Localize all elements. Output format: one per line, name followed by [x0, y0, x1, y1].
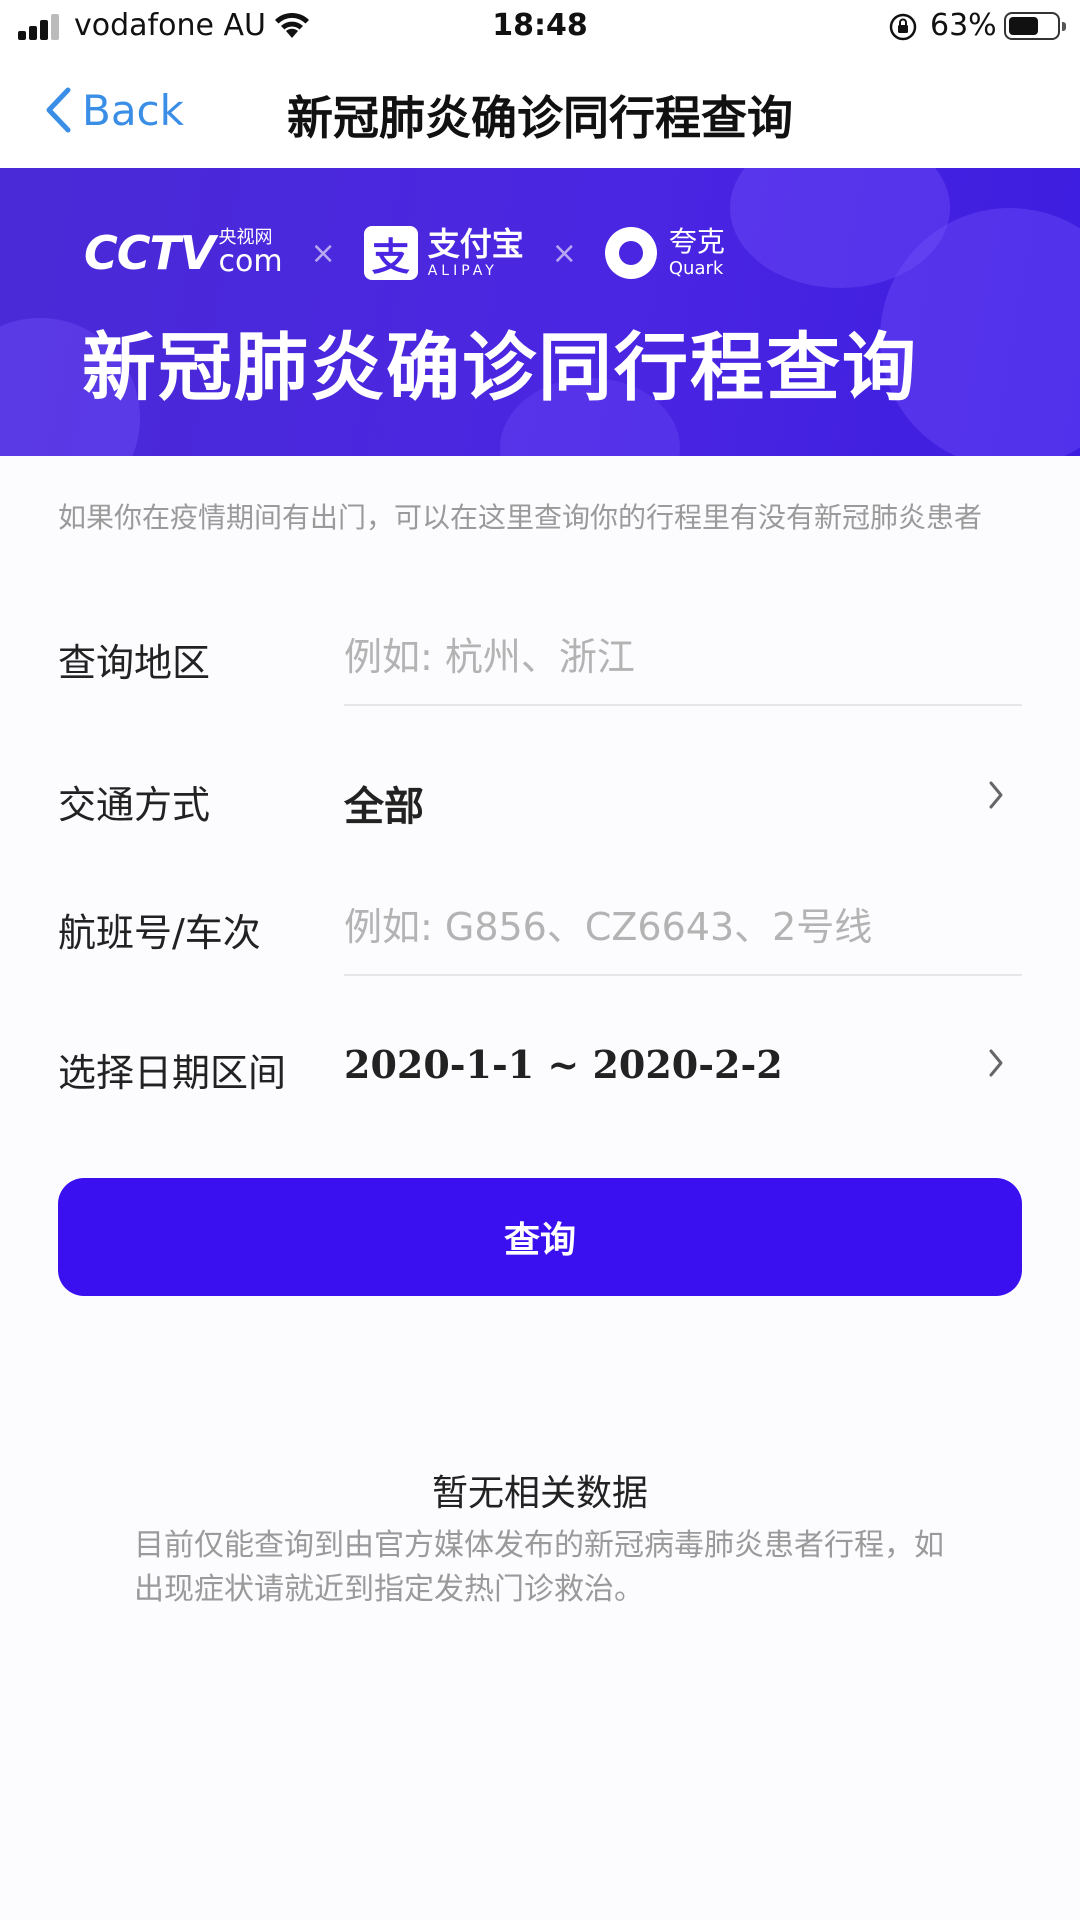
cctv-logo: CCTV: [84, 226, 215, 280]
times-separator: ×: [551, 235, 577, 271]
quark-logo-icon: [604, 227, 657, 279]
banner-title: 新冠肺炎确诊同行程查询: [82, 325, 918, 411]
query-button[interactable]: 查询: [58, 1178, 1022, 1296]
region-label: 查询地区: [58, 641, 211, 685]
empty-state-description: 目前仅能查询到由官方媒体发布的新冠病毒肺炎患者行程，如出现症状请就近到指定发热门…: [134, 1528, 944, 1607]
battery-level-fill: [1009, 17, 1038, 35]
orientation-lock-icon: [889, 13, 917, 41]
date-range-select[interactable]: 2020-1-1 ~ 2020-2-2: [344, 1016, 1022, 1116]
transport-select[interactable]: 全部: [344, 748, 1022, 848]
times-separator: ×: [310, 235, 336, 271]
transport-label: 交通方式: [58, 783, 211, 827]
hero-banner: CCTV 央视网 com × 支 支付宝 ALIPAY × 夸克 Quark 新…: [0, 168, 1080, 456]
flight-field: [344, 876, 1022, 976]
region-input[interactable]: [344, 612, 1022, 702]
page-title: 新冠肺炎确诊同行程查询: [287, 91, 793, 145]
cctv-logo-sub: 央视网 com: [218, 227, 283, 279]
battery-icon: [1004, 12, 1066, 40]
status-bar: vodafone AU 18:48 63%: [0, 0, 1080, 56]
alipay-logo-icon: 支: [363, 226, 418, 280]
intro-text: 如果你在疫情期间有出门，可以在这里查询你的行程里有没有新冠肺炎患者: [58, 501, 983, 534]
navigation-bar: Back 新冠肺炎确诊同行程查询: [0, 56, 1080, 168]
transport-value: 全部: [344, 784, 424, 830]
alipay-logo-text: 支付宝 ALIPAY: [427, 225, 524, 279]
date-range-row[interactable]: 选择日期区间 2020-1-1 ~ 2020-2-2: [58, 1016, 1022, 1116]
clock-time: 18:48: [492, 8, 588, 43]
chevron-right-icon: [989, 1049, 1003, 1077]
region-row: 查询地区: [58, 606, 1022, 706]
empty-state-title: 暂无相关数据: [431, 1473, 648, 1514]
region-field: [344, 606, 1022, 706]
chevron-right-icon: [989, 781, 1003, 809]
date-range-label: 选择日期区间: [58, 1051, 287, 1095]
flight-label: 航班号/车次: [58, 911, 261, 955]
flight-number-input[interactable]: [344, 882, 1022, 972]
battery-percent: 63%: [930, 8, 997, 43]
date-range-value: 2020-1-1 ~ 2020-2-2: [344, 1042, 783, 1087]
partner-logos: CCTV 央视网 com × 支 支付宝 ALIPAY × 夸克 Quark: [84, 218, 725, 288]
flight-row: 航班号/车次: [58, 876, 1022, 976]
quark-logo-text: 夸克 Quark: [668, 225, 725, 279]
transport-row[interactable]: 交通方式 全部: [58, 748, 1022, 848]
